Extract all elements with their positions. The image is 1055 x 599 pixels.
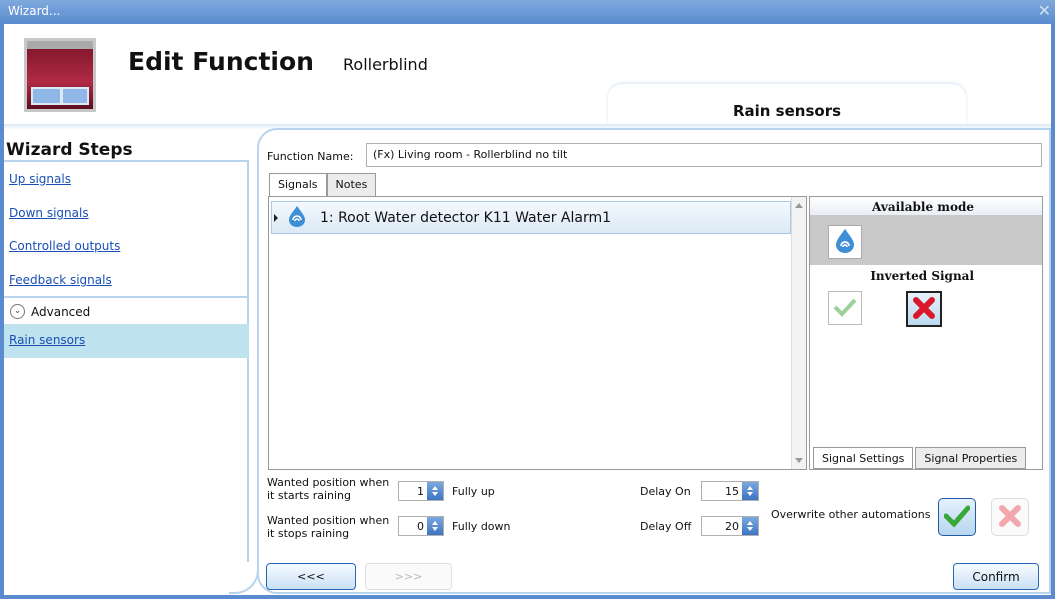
divider: [4, 160, 249, 162]
stepper-arrows-icon[interactable]: [742, 517, 758, 535]
confirm-button[interactable]: Confirm: [953, 563, 1039, 590]
wizard-steps-heading: Wizard Steps: [6, 140, 133, 160]
window-title: Wizard...: [8, 4, 61, 18]
inverted-yes-button[interactable]: [828, 291, 862, 325]
delay-on-stepper[interactable]: 15: [701, 481, 759, 501]
start-position-text: Fully up: [452, 485, 495, 498]
step-item-rain-sensors[interactable]: Rain sensors: [4, 324, 249, 358]
previous-button[interactable]: <<<: [266, 563, 356, 590]
inverted-signal-heading: Inverted Signal: [870, 269, 974, 283]
next-button[interactable]: >>>: [365, 563, 452, 590]
function-name-label: Function Name:: [267, 150, 354, 163]
stop-raining-label: Wanted position when it stops raining: [267, 514, 389, 540]
stepper-value: 1: [417, 484, 424, 498]
signal-settings-panel: Available mode Inverted Signal: [809, 196, 1043, 470]
cross-icon: [998, 504, 1022, 531]
advanced-expander[interactable]: ⌄ Advanced: [10, 304, 90, 319]
water-drop-icon: [286, 205, 308, 230]
scroll-down-icon[interactable]: [795, 458, 803, 463]
overwrite-no-button[interactable]: [991, 498, 1029, 536]
page-title: Edit Function: [128, 47, 314, 76]
divider: [4, 296, 249, 298]
signals-scrollbar[interactable]: [791, 197, 806, 469]
start-position-stepper[interactable]: 1: [398, 481, 444, 501]
stop-position-text: Fully down: [452, 520, 511, 533]
available-mode-heading: Available mode: [810, 197, 1042, 215]
signal-label: 1: Root Water detector K11 Water Alarm1: [320, 209, 612, 226]
scroll-up-icon[interactable]: [795, 203, 803, 208]
checkmark-icon: [943, 505, 971, 530]
step-link-up-signals[interactable]: Up signals: [9, 172, 71, 186]
chevron-down-icon: ⌄: [10, 304, 25, 319]
step-link-rain-sensors[interactable]: Rain sensors: [9, 333, 85, 347]
label-line: it stops raining: [267, 527, 350, 540]
water-drop-icon: [833, 228, 857, 257]
signals-list: 1: Root Water detector K11 Water Alarm1: [268, 196, 807, 470]
stepper-value: 0: [417, 519, 424, 533]
stepper-arrows-icon[interactable]: [427, 482, 443, 500]
label-line: it starts raining: [267, 489, 352, 502]
delay-off-stepper[interactable]: 20: [701, 516, 759, 536]
row-indicator-icon: [274, 213, 278, 222]
function-name-input[interactable]: (Fx) Living room - Rollerblind no tilt: [366, 143, 1042, 167]
cross-icon: [912, 296, 936, 323]
step-link-feedback-signals[interactable]: Feedback signals: [9, 273, 112, 287]
stepper-arrows-icon[interactable]: [742, 482, 758, 500]
delay-on-label: Delay On: [640, 485, 691, 498]
step-link-down-signals[interactable]: Down signals: [9, 206, 89, 220]
checkmark-icon: [833, 297, 857, 320]
tab-signals[interactable]: Signals: [269, 173, 327, 197]
advanced-label: Advanced: [31, 304, 91, 319]
label-line: Wanted position when: [267, 476, 390, 489]
tab-notes[interactable]: Notes: [326, 173, 377, 196]
start-raining-label: Wanted position when it starts raining: [267, 476, 389, 502]
overwrite-yes-button[interactable]: [938, 498, 976, 536]
inverted-no-button[interactable]: [906, 291, 942, 327]
available-mode-area: [810, 215, 1042, 265]
signal-row[interactable]: 1: Root Water detector K11 Water Alarm1: [271, 201, 791, 234]
step-link-controlled-outputs[interactable]: Controlled outputs: [9, 239, 120, 253]
wizard-steps-sidebar: Wizard Steps Up signals Down signals Con…: [4, 134, 259, 595]
side-panel-tabs: Signal Settings Signal Properties: [813, 447, 1027, 469]
stepper-value: 20: [725, 519, 739, 533]
current-step-title: Rain sensors: [608, 84, 966, 124]
stepper-arrows-icon[interactable]: [427, 517, 443, 535]
rollerblind-icon: [24, 38, 96, 112]
window-titlebar: Wizard... ✕: [0, 0, 1055, 24]
tab-signal-settings[interactable]: Signal Settings: [813, 447, 914, 469]
tab-signal-properties[interactable]: Signal Properties: [915, 447, 1027, 469]
content-tabs: Signals Notes: [269, 173, 377, 197]
stop-position-stepper[interactable]: 0: [398, 516, 444, 536]
divider: [247, 162, 249, 562]
delay-off-label: Delay Off: [640, 520, 692, 533]
overwrite-label: Overwrite other automations: [771, 508, 931, 521]
stepper-value: 15: [725, 484, 739, 498]
mode-water-button[interactable]: [828, 225, 862, 259]
label-line: Wanted position when: [267, 514, 390, 527]
close-icon[interactable]: ✕: [1038, 1, 1051, 20]
function-type-label: Rollerblind: [343, 55, 428, 74]
